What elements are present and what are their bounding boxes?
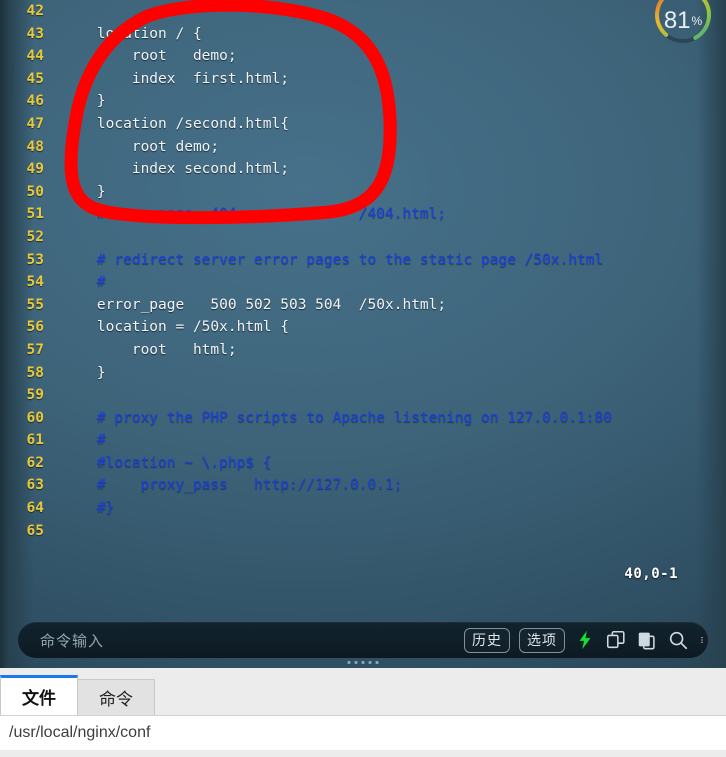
- line-number: 53: [26, 251, 44, 268]
- command-input-placeholder[interactable]: 命令输入: [40, 630, 104, 651]
- line-number: 47: [26, 115, 44, 132]
- line-number: 64: [26, 500, 44, 517]
- code-line[interactable]: 61 #: [0, 429, 726, 452]
- code-line[interactable]: 56 location = /50x.html {: [0, 316, 726, 339]
- line-number: 65: [26, 522, 44, 539]
- screenshot-root: 42 43 location / {44 root demo; 45 index f…: [0, 0, 726, 757]
- code-line[interactable]: 58 }: [0, 362, 726, 385]
- line-number: 44: [26, 48, 44, 65]
- resize-handle[interactable]: [347, 661, 379, 664]
- line-number: 50: [26, 183, 44, 200]
- line-number: 54: [26, 274, 44, 291]
- line-number: 55: [26, 296, 44, 313]
- line-number: 63: [26, 477, 44, 494]
- code-line-text: location / {: [62, 25, 202, 42]
- code-line[interactable]: 57 root html;: [0, 339, 726, 362]
- more-icon[interactable]: [698, 629, 706, 651]
- code-line-text: # proxy the PHP scripts to Apache listen…: [62, 409, 612, 426]
- bottom-tabs: 文件 命令: [0, 675, 155, 715]
- code-line-text: }: [62, 93, 106, 110]
- code-line-text: root html;: [62, 341, 237, 358]
- cursor-position-indicator: 40,0-1: [624, 566, 678, 582]
- paste-icon[interactable]: [636, 629, 658, 651]
- code-line[interactable]: 65: [0, 520, 726, 543]
- bottom-tab-1[interactable]: 命令: [77, 679, 155, 715]
- line-number: 56: [26, 319, 44, 336]
- line-number: 62: [26, 454, 44, 471]
- code-line[interactable]: 42: [0, 0, 726, 23]
- code-line[interactable]: 47 location /second.html{: [0, 113, 726, 136]
- code-line[interactable]: 62 #location ~ \.php$ {: [0, 452, 726, 475]
- code-line[interactable]: 51 #error_page 404 /404.html;: [0, 203, 726, 226]
- code-line[interactable]: 46 }: [0, 90, 726, 113]
- line-number: 57: [26, 341, 44, 358]
- copy-icon[interactable]: [605, 629, 627, 651]
- battery-number: 81: [663, 7, 691, 34]
- code-line[interactable]: 64 #}: [0, 497, 726, 520]
- code-line-text: root demo;: [62, 138, 220, 155]
- code-line-text: location /second.html{: [62, 115, 289, 132]
- line-number: 46: [26, 93, 44, 110]
- battery-percent-sign: %: [691, 14, 703, 28]
- options-pill-button[interactable]: 选项: [519, 627, 565, 653]
- code-line-text: #}: [62, 500, 115, 517]
- bottom-tab-0[interactable]: 文件: [0, 675, 78, 715]
- command-input-bar[interactable]: 命令输入 历史 选项: [18, 622, 708, 658]
- battery-percentage-value: 81%: [650, 0, 716, 48]
- code-line[interactable]: 59: [0, 384, 726, 407]
- line-number: 60: [26, 409, 44, 426]
- line-number: 48: [26, 138, 44, 155]
- code-line[interactable]: 48 root demo;: [0, 136, 726, 159]
- code-line-text: root demo;: [62, 48, 237, 65]
- battery-percentage-indicator: 81%: [650, 0, 716, 48]
- code-line-text: }: [62, 364, 106, 381]
- command-bar-tools: 历史 选项: [464, 627, 708, 653]
- lightning-icon[interactable]: [574, 629, 596, 651]
- code-line[interactable]: 45 index first.html;: [0, 68, 726, 91]
- code-line[interactable]: 54 #: [0, 271, 726, 294]
- line-number: 51: [26, 206, 44, 223]
- code-line-text: # proxy_pass http://127.0.0.1;: [62, 477, 403, 494]
- code-line-text: #: [62, 432, 106, 449]
- code-line-text: }: [62, 183, 106, 200]
- terminal-pane[interactable]: 42 43 location / {44 root demo; 45 index f…: [0, 0, 726, 668]
- code-line[interactable]: 53 # redirect server error pages to the …: [0, 249, 726, 272]
- current-path-text: /usr/local/nginx/conf: [9, 724, 151, 741]
- path-bar[interactable]: /usr/local/nginx/conf: [0, 715, 726, 750]
- code-line[interactable]: 44 root demo;: [0, 45, 726, 68]
- line-number: 43: [26, 25, 44, 42]
- code-line-text: #error_page 404 /404.html;: [62, 206, 447, 223]
- code-line-text: location = /50x.html {: [62, 319, 289, 336]
- code-line-text: #: [62, 274, 106, 291]
- line-number: 61: [26, 432, 44, 449]
- code-line-text: index first.html;: [62, 70, 289, 87]
- line-number: 45: [26, 70, 44, 87]
- code-line[interactable]: 63 # proxy_pass http://127.0.0.1;: [0, 474, 726, 497]
- code-line[interactable]: 43 location / {: [0, 23, 726, 46]
- history-pill-button[interactable]: 历史: [464, 627, 510, 653]
- code-line-text: index second.html;: [62, 161, 289, 178]
- code-line[interactable]: 50 }: [0, 181, 726, 204]
- line-number: 49: [26, 161, 44, 178]
- line-number: 42: [26, 3, 44, 19]
- code-line-text: error_page 500 502 503 504 /50x.html;: [62, 296, 447, 313]
- code-line[interactable]: 60 # proxy the PHP scripts to Apache lis…: [0, 407, 726, 430]
- code-line[interactable]: 49 index second.html;: [0, 158, 726, 181]
- line-number: 52: [26, 228, 44, 245]
- code-line-text: #location ~ \.php$ {: [62, 454, 272, 471]
- search-icon[interactable]: [667, 629, 689, 651]
- line-number: 59: [26, 387, 44, 404]
- code-line[interactable]: 55 error_page 500 502 503 504 /50x.html;: [0, 294, 726, 317]
- bottom-panel: 文件命令 /usr/local/nginx/conf CSDN @桂花年糕仔 历…: [0, 668, 726, 757]
- code-line[interactable]: 52: [0, 226, 726, 249]
- line-number: 58: [26, 364, 44, 381]
- code-editor-area[interactable]: 42 43 location / {44 root demo; 45 index f…: [0, 0, 726, 542]
- code-line-text: # redirect server error pages to the sta…: [62, 251, 604, 268]
